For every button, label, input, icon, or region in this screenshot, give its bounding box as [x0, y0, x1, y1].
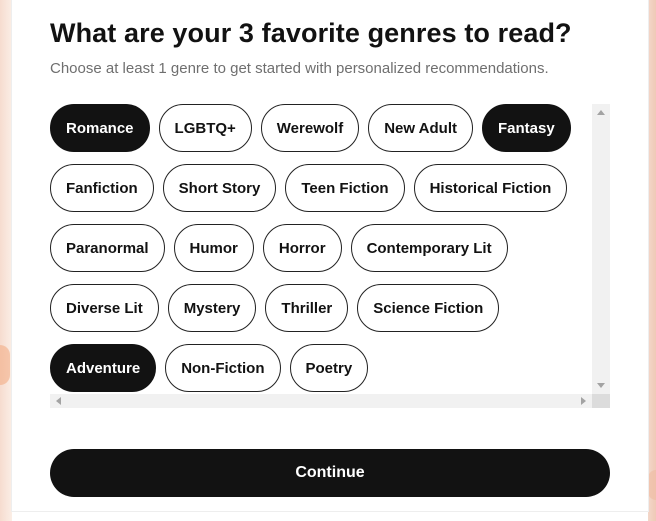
- background-decoration-right: [648, 470, 656, 500]
- horizontal-scrollbar[interactable]: [50, 394, 592, 408]
- genre-chip[interactable]: Poetry: [289, 344, 369, 392]
- genre-chip[interactable]: Mystery: [167, 284, 257, 332]
- continue-button[interactable]: Continue: [50, 449, 610, 497]
- genre-chip-list: Romance LGBTQ+ Werewolf New Adult Fantasy Fan…: [50, 104, 592, 394]
- genre-chip[interactable]: Adventure: [50, 344, 157, 392]
- genre-chip[interactable]: Thriller: [265, 284, 349, 332]
- scroll-left-arrow-icon[interactable]: [56, 397, 61, 405]
- genre-chip[interactable]: Romance: [50, 104, 150, 152]
- genre-chip[interactable]: Non-Fiction: [165, 344, 281, 392]
- genre-selection-modal: What are your 3 favorite genres to read?…: [12, 0, 648, 511]
- genre-chip[interactable]: New Adult: [368, 104, 473, 152]
- genre-chip[interactable]: Short Story: [162, 164, 277, 212]
- genre-scroll-area[interactable]: Romance LGBTQ+ Werewolf New Adult Fantasy Fan…: [50, 104, 610, 408]
- genre-chip[interactable]: Diverse Lit: [50, 284, 159, 332]
- genre-chip[interactable]: Paranormal: [50, 224, 165, 272]
- page-title: What are your 3 favorite genres to read?: [50, 18, 572, 48]
- genre-chip[interactable]: Werewolf: [260, 104, 360, 152]
- scroll-down-arrow-icon[interactable]: [597, 383, 605, 388]
- vertical-scrollbar[interactable]: [592, 104, 610, 394]
- genre-chip[interactable]: Humor: [173, 224, 254, 272]
- scrollbar-corner: [592, 394, 610, 408]
- background-decoration-left: [0, 345, 10, 385]
- genre-chip[interactable]: LGBTQ+: [158, 104, 252, 152]
- genre-chip[interactable]: Fanfiction: [50, 164, 154, 212]
- page-background: What are your 3 favorite genres to read?…: [0, 0, 656, 521]
- genre-chip[interactable]: Contemporary Lit: [350, 224, 508, 272]
- page-subtitle: Choose at least 1 genre to get started w…: [50, 60, 549, 77]
- genre-chip[interactable]: Science Fiction: [357, 284, 500, 332]
- scroll-up-arrow-icon[interactable]: [597, 110, 605, 115]
- genre-chip[interactable]: Historical Fiction: [413, 164, 568, 212]
- scroll-right-arrow-icon[interactable]: [581, 397, 586, 405]
- genre-chip[interactable]: Teen Fiction: [285, 164, 405, 212]
- genre-chip[interactable]: Horror: [262, 224, 342, 272]
- genre-chip[interactable]: Fantasy: [481, 104, 571, 152]
